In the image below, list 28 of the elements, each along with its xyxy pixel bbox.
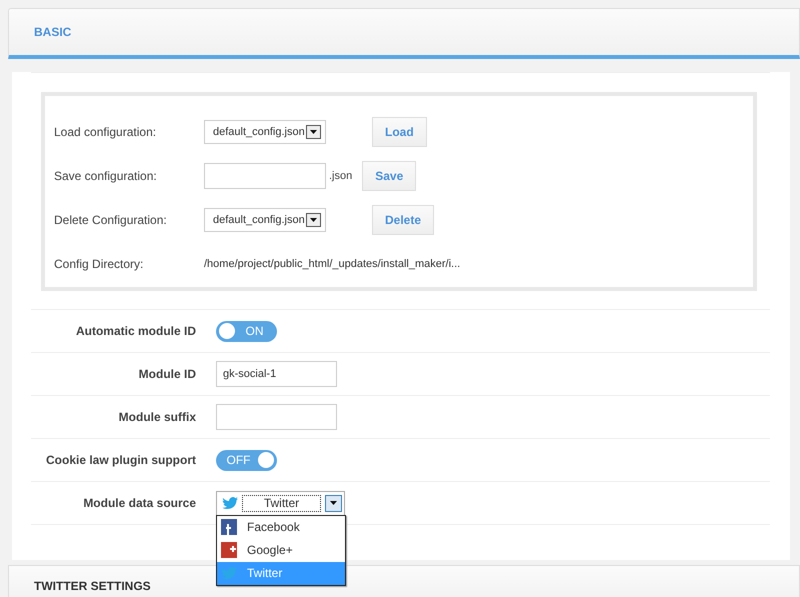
bird-icon bbox=[222, 496, 238, 510]
config-label: Config Directory: bbox=[54, 257, 144, 271]
field-label: Automatic module ID bbox=[74, 324, 196, 338]
field-label: Module suffix bbox=[118, 410, 196, 424]
dropdown-option[interactable]: Google+ bbox=[217, 538, 345, 562]
text-field[interactable] bbox=[216, 404, 337, 430]
config-select[interactable]: default_config.json bbox=[204, 208, 326, 232]
caret-icon bbox=[330, 501, 337, 505]
config-label: Delete Configuration: bbox=[54, 213, 168, 227]
bird-icon bbox=[221, 566, 237, 580]
config-label: Save configuration: bbox=[54, 169, 158, 183]
config-label: Load configuration: bbox=[54, 125, 158, 139]
tile-icon bbox=[221, 519, 237, 535]
section-title: BASIC bbox=[34, 25, 72, 39]
caret-icon bbox=[310, 130, 317, 134]
source-select[interactable]: Twitter bbox=[216, 490, 345, 516]
config-select[interactable]: default_config.json bbox=[204, 120, 326, 144]
caret-icon bbox=[310, 218, 317, 222]
field-label: Cookie law plugin support bbox=[45, 453, 196, 467]
plus-icon bbox=[221, 542, 237, 558]
directory-path: /home/project/public_html/_updates/install_maker/i... bbox=[204, 258, 460, 270]
section-title: TWITTER SETTINGS bbox=[34, 579, 151, 593]
text-field[interactable]: gk-social-1 bbox=[216, 361, 337, 387]
name-field[interactable] bbox=[204, 163, 326, 189]
suffix-label: .json bbox=[329, 170, 352, 182]
field-label: Module data source bbox=[82, 496, 196, 510]
field-label: Module ID bbox=[138, 367, 196, 381]
dropdown-option[interactable]: Facebook bbox=[217, 516, 345, 538]
